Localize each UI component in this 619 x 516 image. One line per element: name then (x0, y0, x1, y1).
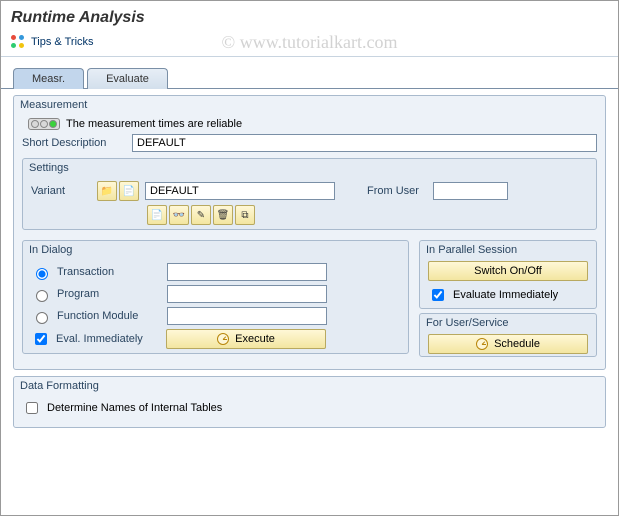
short-desc-input[interactable] (132, 134, 597, 152)
in-dialog-group: In Dialog Transaction Program (22, 240, 409, 354)
measurement-group: Measurement The measurement times are re… (13, 95, 606, 370)
data-formatting-group: Data Formatting Determine Names of Inter… (13, 376, 606, 428)
switch-label: Switch On/Off (474, 265, 542, 277)
determine-names-label: Determine Names of Internal Tables (47, 402, 222, 414)
execute-label: Execute (235, 333, 275, 345)
transaction-radio[interactable] (36, 268, 48, 280)
page-title: Runtime Analysis (1, 1, 618, 31)
tips-tricks-button[interactable]: Tips & Tricks (11, 35, 94, 49)
clock-icon (217, 333, 229, 345)
schedule-label: Schedule (494, 338, 540, 350)
delete-icon[interactable]: 🗑 (213, 205, 233, 225)
settings-title: Settings (23, 159, 596, 177)
evaluate-immediately-check[interactable] (432, 289, 444, 301)
display-icon[interactable]: 👓 (169, 205, 189, 225)
tab-measure[interactable]: Measr. (13, 68, 84, 89)
short-desc-label: Short Description (22, 137, 126, 149)
parallel-title: In Parallel Session (420, 241, 596, 259)
function-module-label: Function Module (57, 310, 161, 322)
from-user-input[interactable] (433, 182, 508, 200)
tab-strip: Measr. Evaluate (1, 67, 618, 89)
change-icon[interactable]: ✎ (191, 205, 211, 225)
toolbar: Tips & Tricks (1, 31, 618, 57)
variant-select-icon[interactable]: 📁 (97, 181, 117, 201)
measurement-title: Measurement (14, 96, 605, 114)
traffic-light-icon (28, 118, 60, 130)
status-text: The measurement times are reliable (66, 118, 242, 130)
data-formatting-title: Data Formatting (14, 377, 605, 395)
tips-icon (11, 35, 27, 49)
evaluate-immediately-label: Evaluate Immediately (453, 289, 558, 301)
clock-icon (476, 338, 488, 350)
variant-label: Variant (31, 185, 91, 197)
program-radio[interactable] (36, 290, 48, 302)
variant-display-icon[interactable]: 📄 (119, 181, 139, 201)
transaction-input[interactable] (167, 263, 327, 281)
program-input[interactable] (167, 285, 327, 303)
determine-names-check[interactable] (26, 402, 38, 414)
variant-input[interactable] (145, 182, 335, 200)
program-label: Program (57, 288, 161, 300)
function-module-radio[interactable] (36, 312, 48, 324)
execute-button[interactable]: Execute (166, 329, 326, 349)
eval-immediately-check[interactable] (35, 333, 47, 345)
tab-evaluate[interactable]: Evaluate (87, 68, 168, 89)
from-user-label: From User (367, 185, 427, 197)
for-user-group: For User/Service Schedule (419, 313, 597, 357)
parallel-session-group: In Parallel Session Switch On/Off Evalua… (419, 240, 597, 309)
switch-onoff-button[interactable]: Switch On/Off (428, 261, 588, 281)
copy-icon[interactable]: ⧉ (235, 205, 255, 225)
transaction-label: Transaction (57, 266, 161, 278)
for-user-title: For User/Service (420, 314, 596, 332)
in-dialog-title: In Dialog (23, 241, 408, 259)
schedule-button[interactable]: Schedule (428, 334, 588, 354)
eval-immediately-label: Eval. Immediately (56, 333, 160, 345)
tips-label: Tips & Tricks (31, 36, 94, 48)
tab-content: Measurement The measurement times are re… (1, 89, 618, 440)
function-module-input[interactable] (167, 307, 327, 325)
settings-group: Settings Variant 📁 📄 From User (22, 158, 597, 230)
create-icon[interactable]: 📄 (147, 205, 167, 225)
